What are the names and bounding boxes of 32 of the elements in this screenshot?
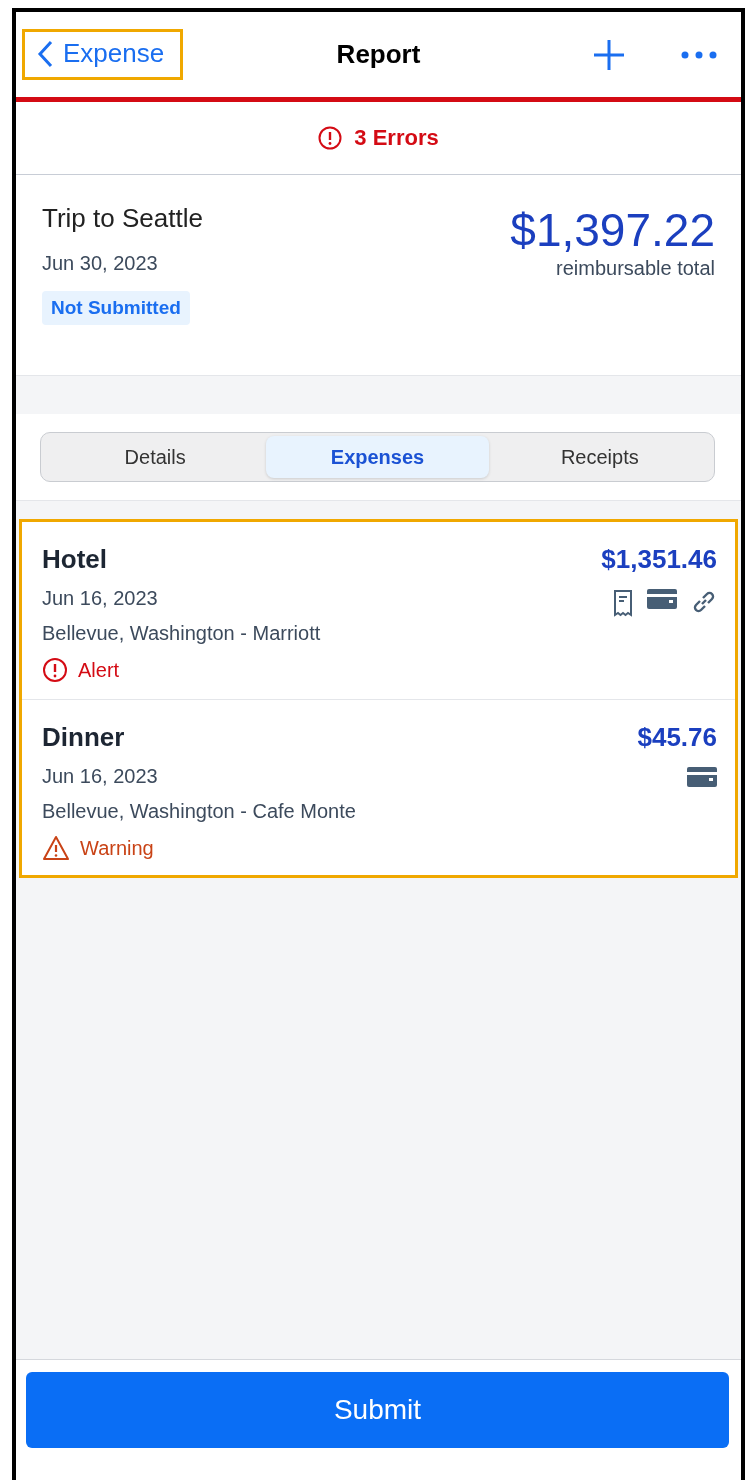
error-count[interactable]: 3 Errors xyxy=(354,125,439,151)
total-caption: reimbursable total xyxy=(556,257,715,280)
expense-type: Hotel xyxy=(42,544,107,575)
expense-date: Jun 16, 2023 xyxy=(42,765,158,788)
tab[interactable]: Expenses xyxy=(266,436,489,478)
page-title: Report xyxy=(336,39,421,69)
expense-location: Bellevue, Washington - Cafe Monte xyxy=(42,800,356,823)
warning-icon xyxy=(42,835,70,861)
status-label: Alert xyxy=(78,658,120,682)
card-icon xyxy=(687,767,717,787)
tab[interactable]: Details xyxy=(44,436,267,478)
expense-amount: $45.76 xyxy=(637,722,717,753)
error-icon xyxy=(318,126,343,150)
tab[interactable]: Receipts xyxy=(488,436,711,478)
expense-type: Dinner xyxy=(42,722,125,753)
alert-icon xyxy=(42,657,68,683)
status-label: Warning xyxy=(80,836,154,860)
expense-amount: $1,351.46 xyxy=(601,544,717,575)
submit-button[interactable]: Submit xyxy=(26,1372,729,1448)
card-icon xyxy=(647,589,677,609)
expense-date: Jun 16, 2023 xyxy=(42,587,158,610)
report-date: Jun 30, 2023 xyxy=(42,252,158,275)
report-total: $1,397.22 xyxy=(510,203,715,257)
expense-location: Bellevue, Washington - Marriott xyxy=(42,622,321,645)
receipt-icon xyxy=(613,589,633,617)
link-icon xyxy=(691,589,717,615)
chevron-left-icon xyxy=(37,39,53,68)
status-badge: Not Submitted xyxy=(42,291,190,325)
back-button[interactable]: Expense xyxy=(25,32,181,77)
expense-row[interactable]: Hotel Jun 16, 2023 Bellevue, Washington - Marriott Alert $1,351.46 xyxy=(22,522,735,700)
expense-row[interactable]: Dinner Jun 16, 2023 Bellevue, Washington - Cafe Monte Warning $45.76 xyxy=(22,700,735,875)
report-name: Trip to Seattle xyxy=(42,203,203,234)
